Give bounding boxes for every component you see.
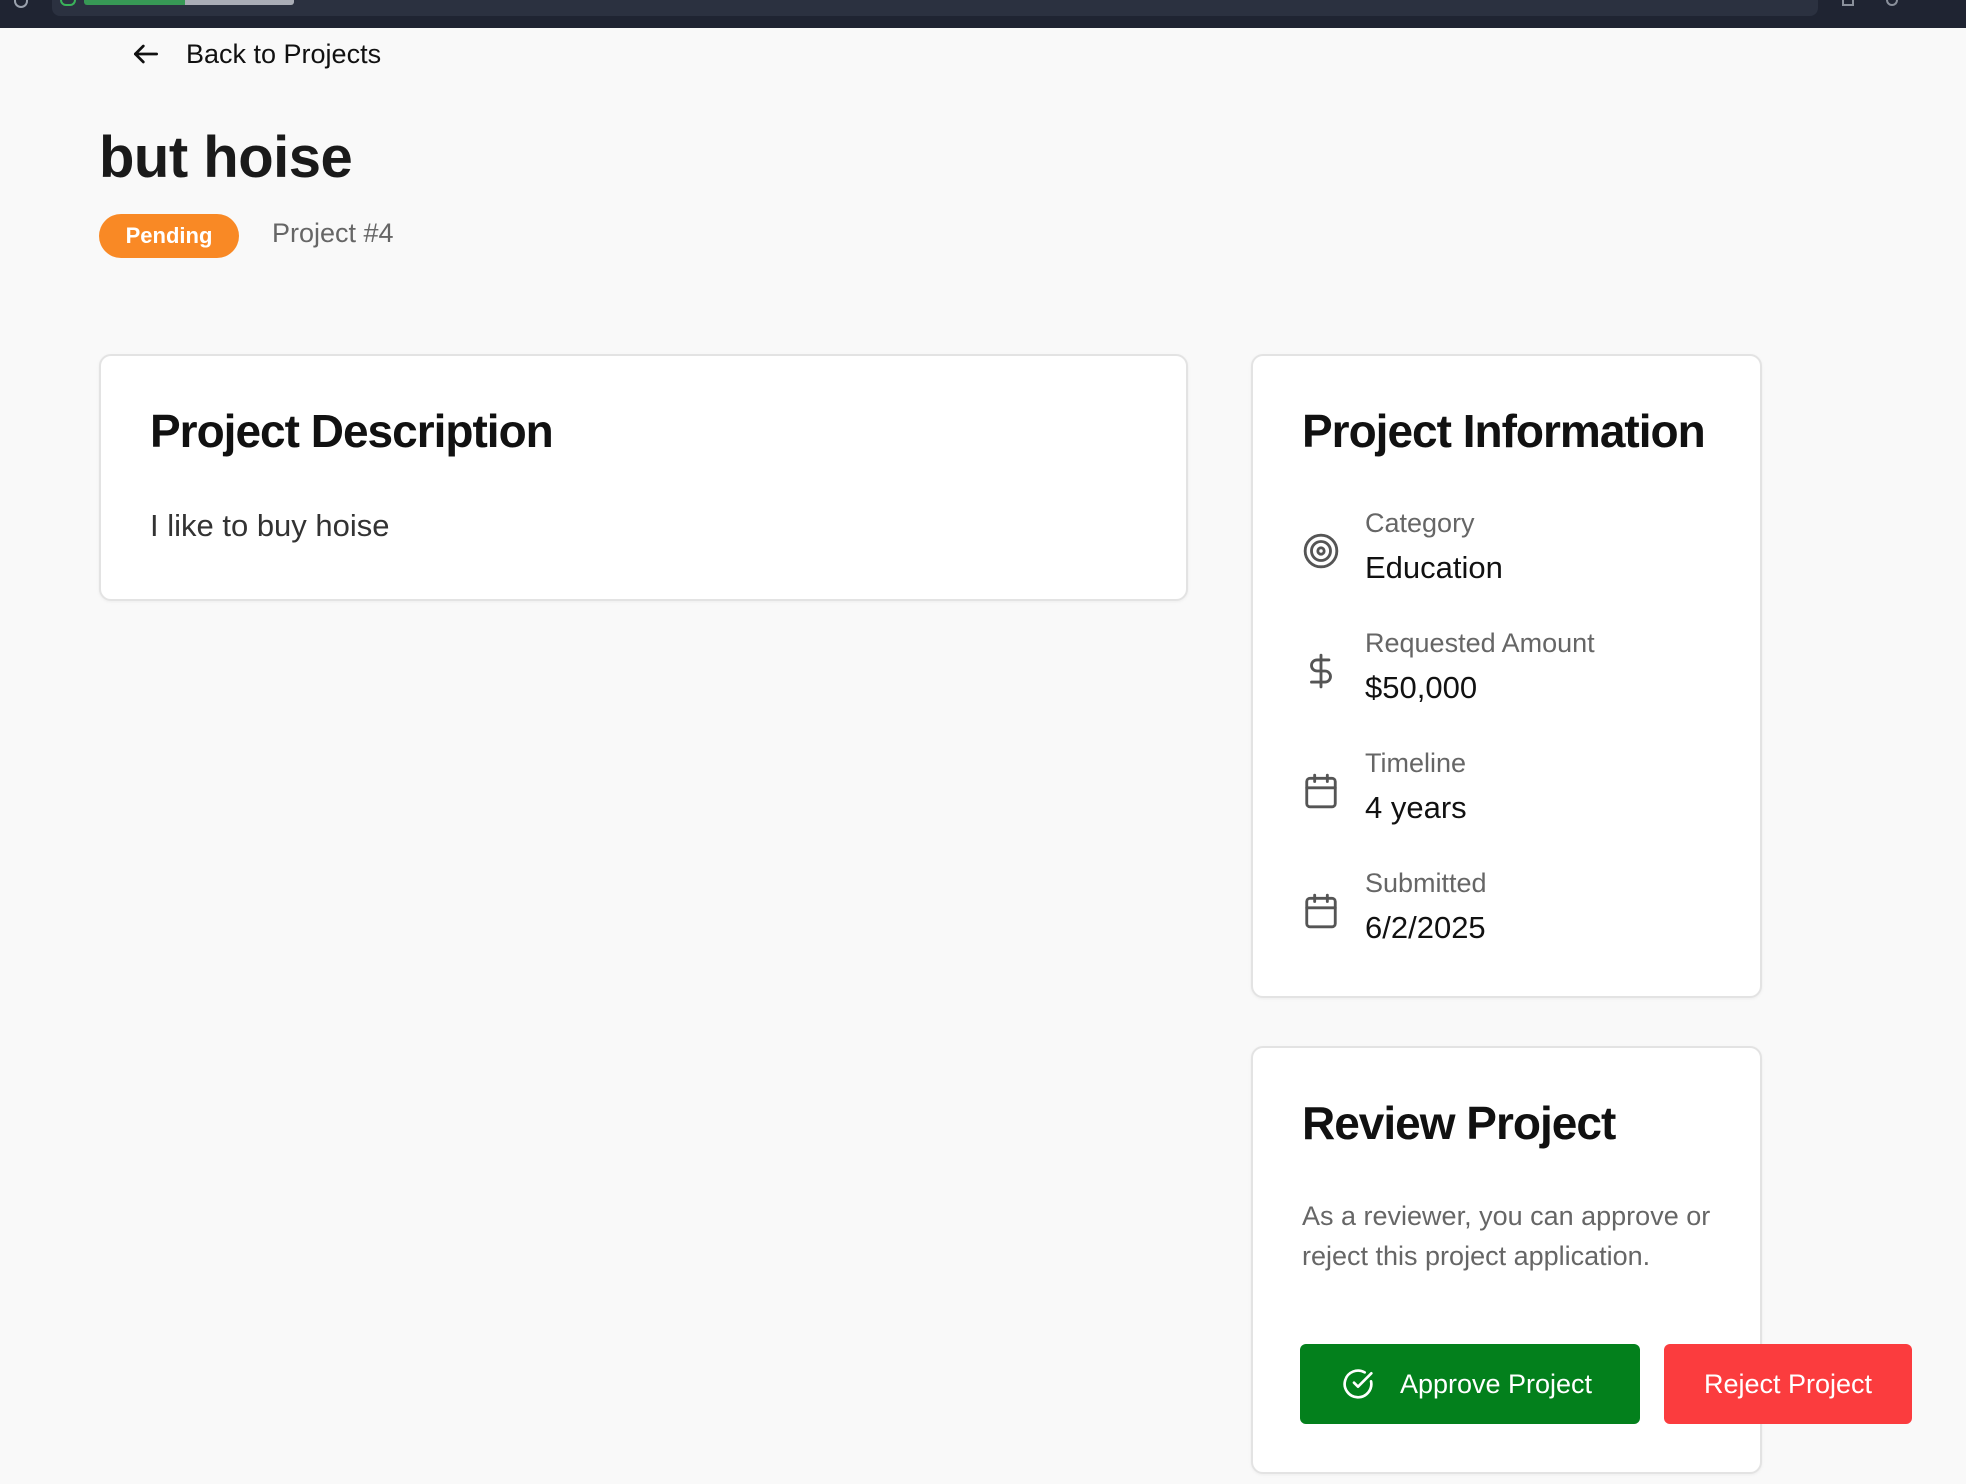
project-information-card: Project Information Category Education R… (1251, 354, 1762, 998)
requested-amount-value: $50,000 (1365, 670, 1478, 705)
project-description-card: Project Description I like to buy hoise (99, 354, 1188, 601)
requested-amount-label: Requested Amount (1365, 628, 1595, 658)
browser-extension-icon[interactable] (1886, 0, 1898, 6)
reject-project-button[interactable]: Reject Project (1664, 1344, 1912, 1424)
browser-top-bar (0, 0, 1966, 28)
submitted-value: 6/2/2025 (1365, 910, 1486, 945)
browser-info-icon[interactable] (14, 0, 28, 8)
arrow-left-icon (134, 44, 158, 64)
approve-button-label: Approve Project (1399, 1368, 1593, 1399)
status-badge: Pending (99, 214, 239, 258)
project-number: Project #4 (272, 218, 394, 248)
description-text: I like to buy hoise (150, 508, 390, 543)
info-row-requested-amount: Requested Amount $50,000 (1302, 628, 1722, 712)
submitted-label: Submitted (1365, 868, 1487, 898)
category-value: Education (1365, 550, 1503, 585)
info-row-timeline: Timeline 4 years (1302, 748, 1722, 832)
category-label: Category (1365, 508, 1475, 538)
info-row-category: Category Education (1302, 508, 1722, 592)
dollar-icon (1302, 652, 1340, 690)
back-link-label: Back to Projects (186, 38, 382, 69)
timeline-label: Timeline (1365, 748, 1467, 778)
target-icon (1302, 532, 1340, 570)
approve-project-button[interactable]: Approve Project (1300, 1344, 1640, 1424)
browser-address-bar[interactable] (52, 0, 1818, 16)
calendar-icon (1302, 772, 1340, 810)
browser-download-icon[interactable] (1842, 0, 1854, 6)
info-row-submitted: Submitted 6/2/2025 (1302, 868, 1722, 952)
description-heading: Project Description (150, 405, 554, 457)
calendar-icon (1302, 892, 1340, 930)
review-heading: Review Project (1302, 1097, 1616, 1149)
back-to-projects-link[interactable]: Back to Projects (130, 34, 381, 74)
check-circle-icon (1343, 1369, 1373, 1399)
page-title: but hoise (99, 125, 353, 190)
information-heading: Project Information (1302, 405, 1706, 457)
review-instructions: As a reviewer, you can approve or reject… (1302, 1201, 1711, 1271)
browser-url-text (84, 0, 294, 5)
timeline-value: 4 years (1365, 790, 1467, 825)
